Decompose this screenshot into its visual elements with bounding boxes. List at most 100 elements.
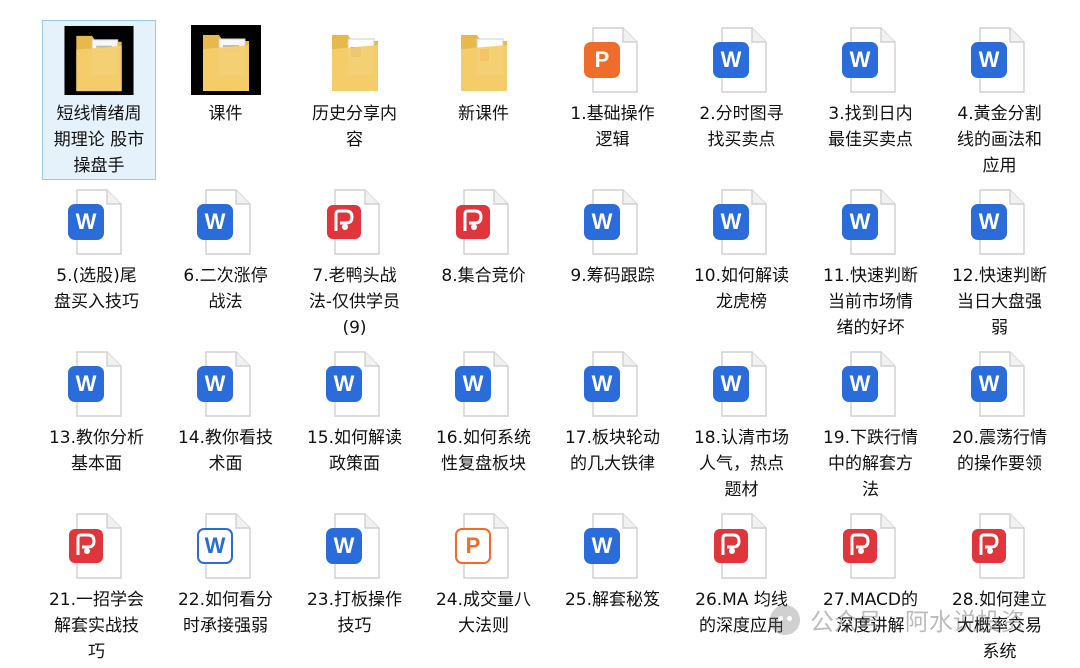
- file-item[interactable]: W 11.快速判断当前市场情绪的好坏: [806, 182, 935, 344]
- folder-item[interactable]: 新课件: [419, 20, 548, 182]
- file-item[interactable]: W 23.打板操作技巧: [290, 506, 419, 668]
- folder-item[interactable]: 短线情绪周期理论 股市操盘手: [42, 20, 156, 180]
- svg-text:W: W: [591, 371, 612, 396]
- file-item[interactable]: W 20.震荡行情 的操作要领: [935, 344, 1064, 506]
- file-item[interactable]: W 6.二次涨停战法: [161, 182, 290, 344]
- file-label: 18.认清市场人气，热点题材: [693, 428, 790, 500]
- folder-with-preview-icon: [64, 25, 134, 96]
- file-label: 1.基础操作逻辑: [570, 104, 655, 150]
- file-grid: 短线情绪周期理论 股市操盘手 课件 历史分享内容 新课件 P 1.基础操作逻辑 W 2.分时图…: [32, 20, 1064, 668]
- pdf-file-icon: [842, 513, 896, 579]
- file-item[interactable]: 7.老鸭头战法-仅供学员(9): [290, 182, 419, 344]
- file-label: 20.震荡行情 的操作要领: [951, 428, 1048, 474]
- file-item[interactable]: W 15.如何解读政策面: [290, 344, 419, 506]
- word-file-icon: W: [583, 351, 638, 417]
- file-label: 16.如何系统性复盘板块: [435, 428, 532, 474]
- pdf-file-icon: [455, 189, 509, 255]
- svg-text:W: W: [720, 209, 741, 234]
- file-label: 课件: [208, 104, 243, 124]
- svg-text:W: W: [720, 371, 741, 396]
- word-file-icon: W: [196, 189, 251, 255]
- file-item[interactable]: W 25.解套秘笈: [548, 506, 677, 668]
- file-label: 10.如何解读龙虎榜: [693, 266, 790, 312]
- file-label: 15.如何解读政策面: [306, 428, 403, 474]
- file-label: 6.二次涨停战法: [183, 266, 268, 312]
- file-label: 11.快速判断当前市场情绪的好坏: [822, 266, 919, 338]
- svg-text:W: W: [204, 533, 225, 558]
- folder-icon: [460, 35, 507, 91]
- svg-text:W: W: [333, 371, 354, 396]
- word-file-icon: W: [970, 351, 1025, 417]
- file-item[interactable]: 27.MACD的深度讲解: [806, 506, 935, 668]
- word-file-icon: W: [583, 513, 638, 579]
- watermark-text: 公众号 · 阿水说投资: [810, 608, 1025, 636]
- file-item[interactable]: 21.一招学会解套实战技巧: [32, 506, 161, 668]
- file-item[interactable]: W 22.如何看分时承接强弱: [161, 506, 290, 668]
- svg-text:W: W: [75, 371, 96, 396]
- file-item[interactable]: W 19.下跌行情中的解套方法: [806, 344, 935, 506]
- word-file-icon: W: [841, 27, 896, 93]
- powerpoint-file-icon: P: [583, 27, 638, 93]
- word-file-icon: W: [67, 189, 122, 255]
- word-file-icon: W: [196, 351, 251, 417]
- file-item[interactable]: W 16.如何系统性复盘板块: [419, 344, 548, 506]
- folder-item[interactable]: 课件: [161, 20, 290, 182]
- pdf-file-icon: [326, 189, 380, 255]
- file-label: 21.一招学会解套实战技巧: [48, 590, 145, 662]
- word-file-icon: W: [970, 27, 1025, 93]
- file-label: 19.下跌行情中的解套方法: [822, 428, 919, 500]
- folder-item[interactable]: 历史分享内容: [290, 20, 419, 182]
- file-label: 历史分享内容: [312, 104, 397, 150]
- word-file-icon: W: [841, 189, 896, 255]
- svg-text:W: W: [720, 47, 741, 72]
- svg-text:W: W: [849, 209, 870, 234]
- file-item[interactable]: 26.MA 均线的深度应用: [677, 506, 806, 668]
- file-item[interactable]: P 24.成交量八大法则: [419, 506, 548, 668]
- svg-text:W: W: [204, 209, 225, 234]
- file-item[interactable]: W 18.认清市场人气，热点题材: [677, 344, 806, 506]
- powerpoint-file-icon: P: [454, 513, 509, 579]
- file-item[interactable]: W 5.(选股)尾盘买入技巧: [32, 182, 161, 344]
- word-file-icon: W: [325, 513, 380, 579]
- file-item[interactable]: W 10.如何解读龙虎榜: [677, 182, 806, 344]
- watermark: 公众号 · 阿水说投资: [770, 602, 1025, 637]
- folder-with-preview-icon: [190, 25, 261, 95]
- file-item[interactable]: W 9.筹码跟踪: [548, 182, 677, 344]
- file-item[interactable]: 8.集合竞价: [419, 182, 548, 344]
- svg-text:W: W: [462, 371, 483, 396]
- file-label: 24.成交量八大法则: [435, 590, 532, 636]
- svg-text:W: W: [591, 209, 612, 234]
- svg-text:W: W: [849, 47, 870, 72]
- svg-text:W: W: [978, 47, 999, 72]
- folder-icon: [331, 35, 378, 91]
- word-file-icon: W: [67, 351, 122, 417]
- file-item[interactable]: W 2.分时图寻找买卖点: [677, 20, 806, 182]
- file-label: 25.解套秘笈: [564, 590, 661, 610]
- file-item[interactable]: W 13.教你分析基本面: [32, 344, 161, 506]
- word-file-icon: W: [583, 189, 638, 255]
- file-label: 7.老鸭头战法-仅供学员(9): [308, 266, 401, 338]
- word-file-icon: W: [712, 351, 767, 417]
- file-item[interactable]: W 4.黃金分割线的画法和应用: [935, 20, 1064, 182]
- file-item[interactable]: P 1.基础操作逻辑: [548, 20, 677, 182]
- pdf-file-icon: [68, 513, 122, 579]
- svg-text:P: P: [594, 47, 609, 72]
- file-item[interactable]: 28.如何建立大概率交易系统: [935, 506, 1064, 668]
- file-item[interactable]: W 14.教你看技术面: [161, 344, 290, 506]
- file-label: 短线情绪周期理论 股市操盘手: [53, 104, 145, 176]
- file-label: 23.打板操作技巧: [306, 590, 403, 636]
- file-label: 4.黃金分割线的画法和应用: [957, 104, 1042, 176]
- pdf-file-icon: [713, 513, 767, 579]
- file-label: 12.快速判断当日大盘强弱: [951, 266, 1048, 338]
- word-file-icon: W: [196, 513, 251, 579]
- file-item[interactable]: W 17.板块轮动的几大铁律: [548, 344, 677, 506]
- file-label: 9.筹码跟踪: [570, 266, 655, 286]
- svg-text:W: W: [204, 371, 225, 396]
- word-file-icon: W: [841, 351, 896, 417]
- file-label: 13.教你分析基本面: [48, 428, 145, 474]
- file-label: 22.如何看分时承接强弱: [177, 590, 274, 636]
- svg-text:W: W: [75, 209, 96, 234]
- file-item[interactable]: W 3.找到日内最佳买卖点: [806, 20, 935, 182]
- word-file-icon: W: [454, 351, 509, 417]
- file-item[interactable]: W 12.快速判断当日大盘强弱: [935, 182, 1064, 344]
